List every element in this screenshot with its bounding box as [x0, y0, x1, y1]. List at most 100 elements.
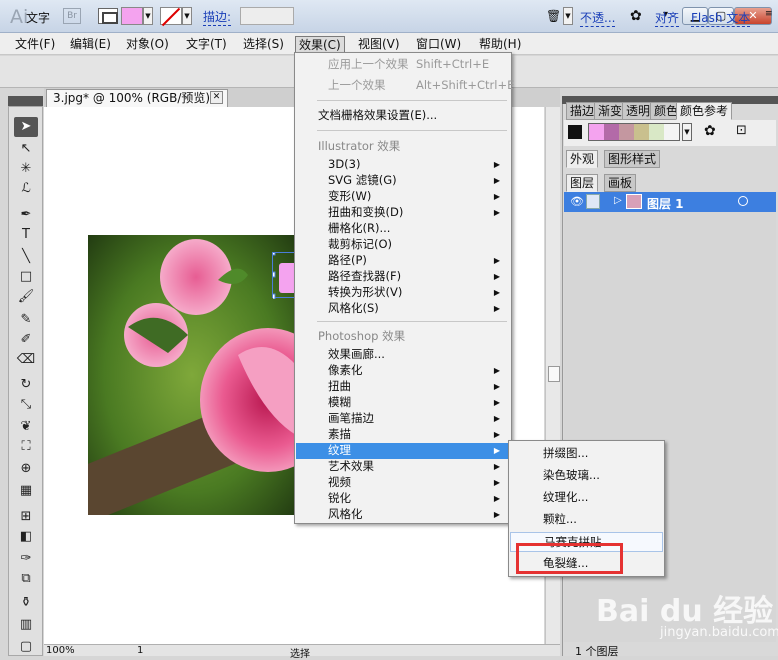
- rotate-tool-icon[interactable]: ↻: [14, 375, 38, 395]
- pen-tool-icon[interactable]: ✒: [14, 205, 38, 225]
- menu-video[interactable]: 视频 ▶: [296, 475, 510, 491]
- menu-stained-glass[interactable]: 染色玻璃...: [510, 466, 663, 486]
- menu-effect[interactable]: 效果(C): [295, 36, 345, 53]
- tab-layers[interactable]: 图层: [566, 174, 599, 192]
- menu-convert-to-shape[interactable]: 转换为形状(V) ▶: [296, 285, 510, 301]
- bridge-button[interactable]: Br: [63, 8, 81, 24]
- eraser-tool-icon[interactable]: ⌫: [14, 350, 38, 370]
- zoom-level[interactable]: 100%: [46, 645, 75, 656]
- menu-patchwork[interactable]: 拼缀图...: [510, 444, 663, 464]
- base-color-swatch[interactable]: [568, 125, 582, 139]
- menu-distort[interactable]: 扭曲 ▶: [296, 379, 510, 395]
- align-link[interactable]: 对齐: [655, 9, 680, 27]
- free-transform-tool-icon[interactable]: ⛶: [14, 437, 38, 457]
- selection-tool-icon[interactable]: ➤: [14, 117, 38, 137]
- swatch[interactable]: [604, 124, 619, 140]
- fill-dropdown-icon[interactable]: ▼: [143, 7, 153, 25]
- warp-tool-icon[interactable]: ❦: [14, 417, 38, 437]
- scrollbar-thumb[interactable]: [548, 366, 560, 382]
- menu-grain[interactable]: 颗粒...: [510, 510, 663, 530]
- menu-3d[interactable]: 3D(3) ▶: [296, 157, 510, 173]
- save-group-icon[interactable]: ⊡: [736, 123, 747, 138]
- tools-panel-header[interactable]: [8, 96, 43, 106]
- document-tab[interactable]: 3.jpg* @ 100% (RGB/预览): [46, 89, 228, 107]
- blend-tool-icon[interactable]: ⧉: [14, 569, 38, 589]
- menu-artistic[interactable]: 艺术效果 ▶: [296, 459, 510, 475]
- menu-file[interactable]: 文件(F): [12, 36, 58, 53]
- menu-type[interactable]: 文字(T): [183, 36, 230, 53]
- pencil-tool-icon[interactable]: ✎: [14, 310, 38, 330]
- menu-distort-transform[interactable]: 扭曲和变换(D) ▶: [296, 205, 510, 221]
- menu-apply-last-effect[interactable]: 应用上一个效果 Shift+Ctrl+E: [296, 57, 510, 73]
- menu-pathfinder[interactable]: 路径查找器(F) ▶: [296, 269, 510, 285]
- type-tool-icon[interactable]: T: [14, 225, 38, 245]
- column-graph-tool-icon[interactable]: ▥: [14, 615, 38, 635]
- menu-sketch[interactable]: 素描 ▶: [296, 427, 510, 443]
- rose-photo[interactable]: [88, 235, 296, 515]
- swatch[interactable]: [634, 124, 649, 140]
- control-bar-menu-icon[interactable]: ≡: [765, 9, 773, 19]
- recolor-artwork-icon[interactable]: ✿: [704, 123, 716, 139]
- tab-appearance[interactable]: 外观: [566, 150, 599, 168]
- expand-arrow-icon[interactable]: ▷: [614, 195, 622, 206]
- recolor-icon[interactable]: 🗑: [546, 9, 561, 23]
- menu-effect-gallery[interactable]: 效果画廊...: [296, 347, 510, 363]
- tab-color-guide[interactable]: 颜色参考: [676, 102, 733, 120]
- perspective-grid-tool-icon[interactable]: ▦: [14, 481, 38, 501]
- menu-sharpen[interactable]: 锐化 ▶: [296, 491, 510, 507]
- menu-select[interactable]: 选择(S): [240, 36, 287, 53]
- menu-blur[interactable]: 模糊 ▶: [296, 395, 510, 411]
- swatch[interactable]: [589, 124, 604, 140]
- stroke-weight-field[interactable]: [240, 7, 294, 25]
- menu-last-effect[interactable]: 上一个效果 Alt+Shift+Ctrl+E: [296, 78, 514, 94]
- menu-stylize-photoshop[interactable]: 风格化 ▶: [296, 507, 510, 523]
- menu-help[interactable]: 帮助(H): [476, 36, 524, 53]
- menu-stylize-illustrator[interactable]: 风格化(S) ▶: [296, 301, 510, 317]
- close-icon[interactable]: ✕: [210, 91, 223, 104]
- line-tool-icon[interactable]: ╲: [14, 247, 38, 267]
- menu-raster-effect-settings[interactable]: 文档栅格效果设置(E)...: [296, 108, 510, 124]
- target-icon[interactable]: [738, 196, 748, 206]
- shape-builder-tool-icon[interactable]: ⊕: [14, 459, 38, 479]
- flash-text-link[interactable]: Flash 文本: [691, 9, 751, 27]
- menu-brush-strokes[interactable]: 画笔描边 ▶: [296, 411, 510, 427]
- menu-svg-filters[interactable]: SVG 滤镜(G) ▶: [296, 173, 510, 189]
- menu-object[interactable]: 对象(O): [123, 36, 172, 53]
- direct-selection-tool-icon[interactable]: ↖: [14, 139, 38, 159]
- opacity-dropdown-icon[interactable]: ▼: [563, 7, 573, 25]
- mesh-tool-icon[interactable]: ⊞: [14, 507, 38, 527]
- opacity-link[interactable]: 不透...: [580, 9, 616, 27]
- swatch[interactable]: [664, 124, 679, 140]
- menu-pixelate[interactable]: 像素化 ▶: [296, 363, 510, 379]
- menu-window[interactable]: 窗口(W): [413, 36, 464, 53]
- stroke-color-swatch[interactable]: [160, 7, 182, 25]
- scale-tool-icon[interactable]: ⤡: [14, 395, 38, 415]
- fill-color-swatch[interactable]: [121, 7, 143, 25]
- menu-edit[interactable]: 编辑(E): [67, 36, 114, 53]
- layer-name[interactable]: 图层 1: [647, 195, 684, 212]
- swatch[interactable]: [649, 124, 664, 140]
- symbol-sprayer-tool-icon[interactable]: ⚱: [14, 593, 38, 613]
- menu-view[interactable]: 视图(V): [355, 36, 403, 53]
- stroke-dropdown-icon[interactable]: ▼: [182, 7, 192, 25]
- menu-path[interactable]: 路径(P) ▶: [296, 253, 510, 269]
- lock-toggle[interactable]: [586, 194, 600, 209]
- lasso-tool-icon[interactable]: ℒ: [14, 179, 38, 199]
- gear-icon[interactable]: ✿: [630, 8, 642, 24]
- stroke-link[interactable]: 描边:: [203, 8, 232, 26]
- harmony-dropdown-icon[interactable]: ▼: [682, 123, 692, 141]
- artboard-number[interactable]: 1: [137, 645, 143, 656]
- menu-texturizer[interactable]: 纹理化...: [510, 488, 663, 508]
- menu-crop-marks[interactable]: 裁剪标记(O): [296, 237, 510, 253]
- visibility-eye-icon[interactable]: 👁: [570, 195, 584, 208]
- harmony-swatches[interactable]: [588, 123, 680, 141]
- menu-warp[interactable]: 变形(W) ▶: [296, 189, 510, 205]
- menu-rasterize[interactable]: 栅格化(R)...: [296, 221, 510, 237]
- tab-graphic-styles[interactable]: 图形样式: [604, 150, 661, 168]
- arrange-documents-icon[interactable]: [98, 8, 118, 24]
- blob-brush-tool-icon[interactable]: ✐: [14, 330, 38, 350]
- magic-wand-tool-icon[interactable]: ✳: [14, 159, 38, 179]
- menu-texture[interactable]: 纹理 ▶: [296, 443, 510, 459]
- gradient-tool-icon[interactable]: ◧: [14, 527, 38, 547]
- paintbrush-tool-icon[interactable]: 🖌: [14, 287, 38, 307]
